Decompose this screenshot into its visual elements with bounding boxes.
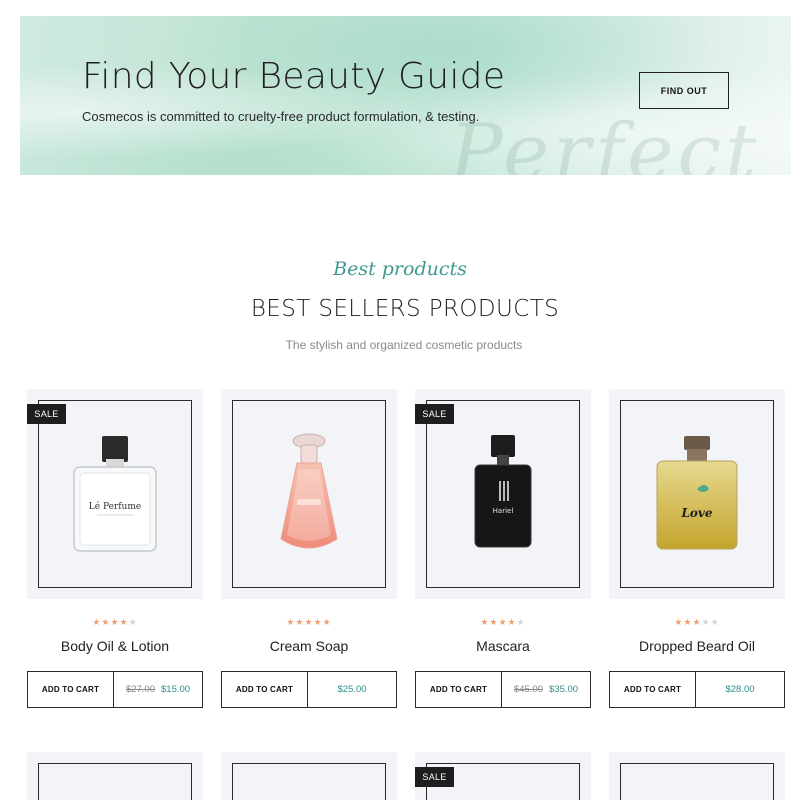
add-to-cart-button[interactable]: ADD TO CART — [416, 672, 502, 707]
old-price: $45.00 — [513, 684, 543, 695]
rating-stars: ★★★★★ — [92, 618, 138, 628]
banner-watermark-text: Perfect — [450, 108, 761, 175]
product-name[interactable]: Dropped Beard Oil — [609, 638, 785, 654]
old-price: $27.00 — [125, 684, 155, 695]
sale-badge: SALE — [415, 767, 454, 787]
product-name[interactable]: Body Oil & Lotion — [27, 638, 203, 654]
product-name[interactable]: Mascara — [415, 638, 591, 654]
perfume-bottle-image — [280, 433, 338, 549]
banner-title: Find Your Beauty Guide — [82, 56, 506, 97]
bottle-label: Hariel — [493, 507, 514, 515]
product-image[interactable] — [27, 752, 203, 800]
promo-banner: Perfect Find Your Beauty Guide Cosmecos … — [20, 16, 791, 175]
product-image[interactable] — [609, 752, 785, 800]
section-title: BEST SELLERS PRODUCTS — [250, 296, 560, 322]
buy-row: ADD TO CART $28.00 — [609, 671, 785, 708]
buy-row: ADD TO CART $45.00 $35.00 — [415, 671, 591, 708]
product-image[interactable] — [221, 752, 397, 800]
perfume-bottle-image: Love — [656, 436, 738, 550]
add-to-cart-button[interactable]: ADD TO CART — [222, 672, 308, 707]
sale-badge: SALE — [27, 404, 66, 424]
buy-row: ADD TO CART $25.00 — [221, 671, 397, 708]
product-image[interactable]: Hariel SALE — [415, 389, 591, 599]
price: $25.00 — [308, 672, 396, 707]
product-image[interactable]: Lé Perfume SALE — [27, 389, 203, 599]
section-subtitle: The stylish and organized cosmetic produ… — [285, 338, 523, 352]
price: $27.00 $15.00 — [114, 672, 202, 707]
product-image[interactable]: SALE — [415, 752, 591, 800]
current-price: $28.00 — [725, 684, 755, 695]
product-image[interactable] — [221, 389, 397, 599]
find-out-button[interactable]: FIND OUT — [639, 72, 729, 109]
add-to-cart-button[interactable]: ADD TO CART — [28, 672, 114, 707]
rating-stars: ★★★★★ — [286, 618, 332, 628]
current-price: $35.00 — [549, 684, 579, 695]
product-name[interactable]: Cream Soap — [221, 638, 397, 654]
rating-stars: ★★★★★ — [480, 618, 526, 628]
current-price: $15.00 — [161, 684, 191, 695]
buy-row: ADD TO CART $27.00 $15.00 — [27, 671, 203, 708]
product-image[interactable]: Love — [609, 389, 785, 599]
bottle-label: Lé Perfume — [89, 501, 141, 512]
price: $28.00 — [696, 672, 784, 707]
current-price: $25.00 — [337, 684, 367, 695]
bottle-label: Love — [680, 506, 712, 520]
banner-subtitle: Cosmecos is committed to cruelty-free pr… — [82, 109, 480, 124]
image-frame — [38, 763, 192, 800]
price: $45.00 $35.00 — [502, 672, 590, 707]
image-frame — [620, 763, 774, 800]
sale-badge: SALE — [415, 404, 454, 424]
image-frame — [232, 763, 386, 800]
rating-stars: ★★★★★ — [674, 618, 720, 628]
section-script-title: Best products — [333, 258, 467, 280]
add-to-cart-button[interactable]: ADD TO CART — [610, 672, 696, 707]
